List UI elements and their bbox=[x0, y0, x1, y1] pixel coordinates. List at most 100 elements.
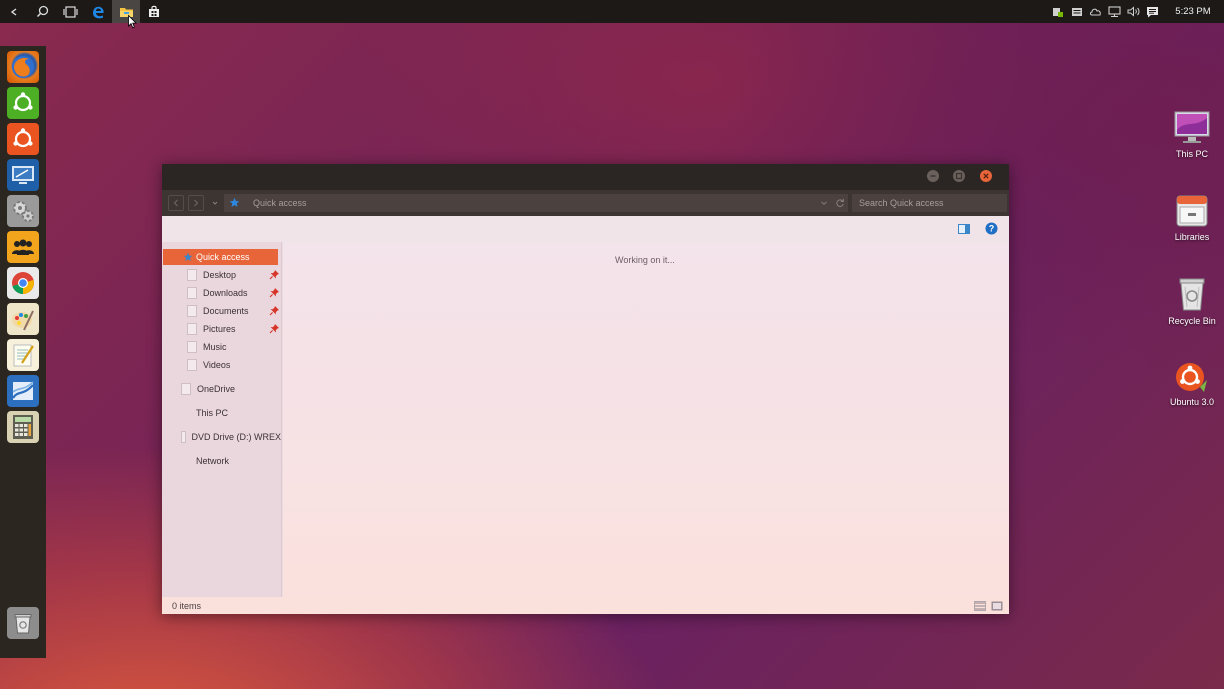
status-bar: 0 items bbox=[162, 597, 1009, 614]
pin-icon[interactable] bbox=[269, 269, 280, 280]
folder-icon bbox=[187, 305, 197, 317]
monitor-icon bbox=[1174, 111, 1210, 143]
taskbar: 5:23 PM bbox=[0, 0, 1224, 23]
preview-pane-icon[interactable] bbox=[958, 224, 970, 234]
folder-icon bbox=[187, 359, 197, 371]
search-input[interactable]: Search Quick access bbox=[852, 194, 1007, 212]
folder-icon bbox=[181, 383, 191, 395]
recent-locations-button[interactable] bbox=[211, 199, 219, 207]
launcher-people[interactable] bbox=[7, 231, 39, 263]
volume-icon bbox=[1127, 6, 1139, 17]
ubuntu-software-icon bbox=[13, 92, 33, 112]
address-toolbar: Quick access Search Quick access bbox=[162, 190, 1009, 216]
libraries-icon bbox=[1176, 195, 1208, 227]
search-button[interactable] bbox=[28, 0, 56, 23]
search-placeholder: Search Quick access bbox=[859, 198, 944, 208]
help-icon[interactable]: ? bbox=[985, 222, 998, 235]
minimize-button[interactable] bbox=[927, 170, 939, 182]
back-button[interactable] bbox=[0, 0, 28, 23]
pin-icon[interactable] bbox=[269, 305, 280, 316]
nav-quick-access[interactable]: Quick access bbox=[163, 249, 278, 265]
nav-this-pc[interactable]: This PC bbox=[196, 405, 280, 421]
nav-label: DVD Drive (D:) WREX bbox=[191, 432, 282, 442]
chrome-icon bbox=[12, 272, 34, 294]
details-view-icon[interactable] bbox=[974, 601, 986, 611]
chevron-down-icon bbox=[212, 201, 218, 205]
close-icon bbox=[983, 173, 989, 179]
launcher-firefox[interactable] bbox=[7, 51, 39, 83]
nav-onedrive[interactable]: OneDrive bbox=[181, 381, 280, 397]
onedrive-tray[interactable] bbox=[1086, 0, 1105, 23]
nav-videos[interactable]: Videos bbox=[187, 357, 280, 373]
folder-icon bbox=[187, 287, 197, 299]
launcher-chrome[interactable] bbox=[7, 267, 39, 299]
launcher-settings[interactable] bbox=[7, 195, 39, 227]
nav-label: OneDrive bbox=[197, 384, 236, 394]
nav-label: Pictures bbox=[203, 324, 236, 334]
nav-downloads[interactable]: Downloads bbox=[187, 285, 280, 301]
launcher-trash[interactable] bbox=[7, 607, 39, 639]
close-button[interactable] bbox=[980, 170, 992, 182]
address-text: Quick access bbox=[253, 198, 307, 208]
launcher-sheets[interactable] bbox=[7, 375, 39, 407]
desktop-icon-label: Libraries bbox=[1174, 232, 1210, 242]
address-bar[interactable]: Quick access bbox=[224, 194, 848, 212]
people-icon bbox=[12, 239, 34, 255]
nav-network[interactable]: Network bbox=[196, 453, 280, 469]
refresh-icon[interactable] bbox=[835, 198, 845, 208]
nav-label: Quick access bbox=[196, 252, 250, 262]
system-tray: 5:23 PM bbox=[1048, 0, 1224, 23]
launcher-ubuntu-software[interactable] bbox=[7, 87, 39, 119]
navigation-pane: Quick access Desktop Downloads Documents… bbox=[162, 242, 282, 597]
network-tray[interactable] bbox=[1105, 0, 1124, 23]
recycle-bin-icon bbox=[1179, 278, 1205, 311]
clock[interactable]: 5:23 PM bbox=[1162, 6, 1224, 17]
desktop-icon-this-pc[interactable]: This PC bbox=[1160, 110, 1224, 159]
search-icon bbox=[36, 5, 48, 18]
maximize-icon bbox=[955, 172, 963, 180]
nav-label: Desktop bbox=[203, 270, 237, 280]
action-center-icon bbox=[1147, 6, 1158, 17]
arrow-left-icon bbox=[173, 199, 178, 207]
nvidia-icon bbox=[1052, 7, 1063, 17]
svg-text:?: ? bbox=[989, 224, 995, 234]
edge-button[interactable] bbox=[84, 0, 112, 23]
pin-icon[interactable] bbox=[269, 323, 280, 334]
nav-label: Music bbox=[203, 342, 227, 352]
folder-icon bbox=[187, 323, 197, 335]
nav-label: This PC bbox=[196, 408, 229, 418]
action-center-tray[interactable] bbox=[1143, 0, 1162, 23]
title-bar[interactable] bbox=[162, 164, 1009, 190]
launcher-ubuntu[interactable] bbox=[7, 123, 39, 155]
desktop-icon-recycle-bin[interactable]: Recycle Bin bbox=[1160, 275, 1224, 326]
nav-pictures[interactable]: Pictures bbox=[187, 321, 280, 337]
maximize-button[interactable] bbox=[953, 170, 965, 182]
desktop-icon-ubuntu[interactable]: Ubuntu 3.0 bbox=[1160, 360, 1224, 407]
desktop-icon-libraries[interactable]: Libraries bbox=[1160, 193, 1224, 242]
ubuntu-icon bbox=[13, 128, 33, 148]
task-view-button[interactable] bbox=[56, 0, 84, 23]
nav-documents[interactable]: Documents bbox=[187, 303, 280, 319]
nav-music[interactable]: Music bbox=[187, 339, 280, 355]
folder-icon bbox=[187, 269, 197, 281]
remote-desktop-icon bbox=[12, 166, 34, 184]
launcher-calculator[interactable] bbox=[7, 411, 39, 443]
nav-desktop[interactable]: Desktop bbox=[187, 267, 280, 283]
address-dropdown-icon[interactable] bbox=[820, 199, 828, 207]
store-button[interactable] bbox=[140, 0, 168, 23]
back-icon bbox=[10, 7, 17, 16]
launcher-notepad[interactable] bbox=[7, 339, 39, 371]
keyboard-tray[interactable] bbox=[1067, 0, 1086, 23]
notepad-icon bbox=[13, 344, 34, 367]
volume-tray[interactable] bbox=[1124, 0, 1143, 23]
nvidia-tray[interactable] bbox=[1048, 0, 1067, 23]
mouse-cursor-icon bbox=[128, 15, 137, 29]
back-nav-button[interactable] bbox=[168, 195, 184, 211]
file-list-area[interactable]: Working on it... bbox=[283, 242, 1009, 597]
large-icons-view-icon[interactable] bbox=[991, 601, 1003, 611]
launcher-paint[interactable] bbox=[7, 303, 39, 335]
launcher-remote-desktop[interactable] bbox=[7, 159, 39, 191]
nav-dvd-drive[interactable]: DVD Drive (D:) WREX bbox=[181, 429, 281, 445]
forward-nav-button[interactable] bbox=[188, 195, 204, 211]
pin-icon[interactable] bbox=[269, 287, 280, 298]
